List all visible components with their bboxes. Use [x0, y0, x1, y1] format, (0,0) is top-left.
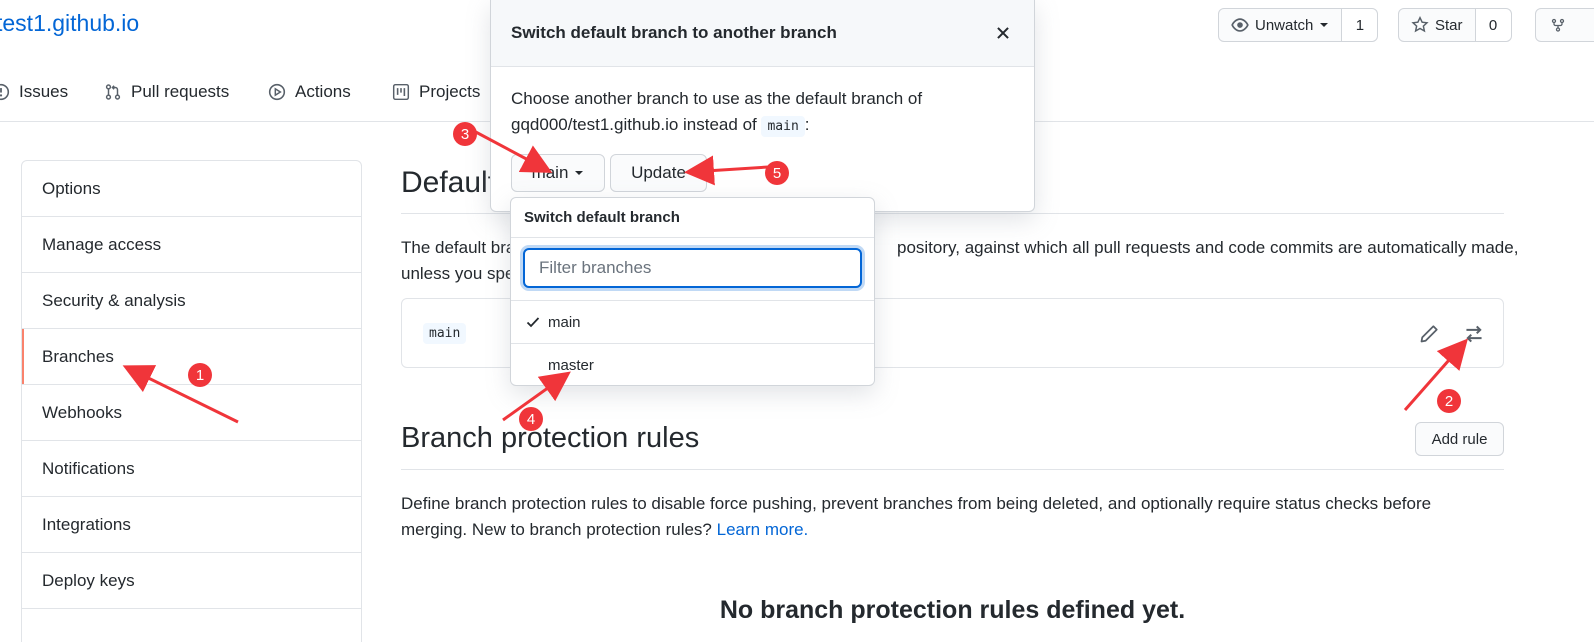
- star-label: Star: [1435, 16, 1463, 34]
- star-button-group: Star 0: [1398, 8, 1512, 42]
- tab-label: Projects: [419, 82, 481, 101]
- dialog-body: Choose another branch to use as the defa…: [511, 86, 1011, 140]
- branch-protection-desc-text: Define branch protection rules to disabl…: [401, 494, 1432, 539]
- dialog-header: Switch default branch to another branch: [491, 0, 1034, 67]
- close-icon[interactable]: [994, 24, 1012, 42]
- sidebar-item-manage-access[interactable]: Manage access: [22, 217, 361, 273]
- default-branch-name: main: [423, 323, 467, 344]
- sidebar-item-notifications[interactable]: Notifications: [22, 441, 361, 497]
- settings-sidebar: Options Manage access Security & analysi…: [21, 160, 362, 642]
- learn-more-link[interactable]: Learn more.: [717, 520, 809, 539]
- annotation-badge-5: 5: [765, 161, 789, 185]
- sidebar-item-label: Integrations: [42, 514, 131, 534]
- project-icon: [392, 83, 410, 101]
- tab-projects[interactable]: Projects: [392, 82, 480, 102]
- sidebar-item-label: Branches: [42, 346, 114, 366]
- sidebar-item-label: Security & analysis: [42, 290, 186, 310]
- fork-icon: [1551, 18, 1565, 32]
- dialog-body-code: main: [761, 116, 805, 137]
- star-button[interactable]: Star: [1399, 9, 1475, 41]
- branch-protection-desc: Define branch protection rules to disabl…: [401, 491, 1461, 543]
- unwatch-button-group: Unwatch 1: [1218, 8, 1379, 42]
- issue-icon: [0, 83, 10, 101]
- sidebar-item-integrations[interactable]: Integrations: [22, 497, 361, 553]
- eye-icon: [1231, 18, 1249, 32]
- branch-protection-title: Branch protection rules: [401, 422, 700, 454]
- add-rule-button[interactable]: Add rule: [1415, 422, 1504, 456]
- branch-select-label: main: [531, 163, 569, 182]
- default-branch-desc-line2: unless you spe: [401, 264, 511, 283]
- star-icon: [1411, 16, 1429, 33]
- watch-count[interactable]: 1: [1341, 9, 1378, 41]
- dialog-title: Switch default branch to another branch: [511, 23, 837, 42]
- arrow-switch-icon[interactable]: [1463, 323, 1485, 345]
- dialog-body-suffix: :: [804, 115, 810, 134]
- sidebar-item-webhooks[interactable]: Webhooks: [22, 385, 361, 441]
- annotation-badge-2: 2: [1437, 389, 1461, 413]
- sidebar-item-label: Manage access: [42, 234, 162, 254]
- unwatch-button[interactable]: Unwatch: [1219, 9, 1341, 41]
- update-button[interactable]: Update: [610, 154, 707, 192]
- pencil-icon[interactable]: [1419, 324, 1439, 344]
- branch-option-master[interactable]: master: [511, 344, 874, 385]
- unwatch-label: Unwatch: [1255, 16, 1314, 34]
- dialog-body-text: Choose another branch to use as the defa…: [511, 89, 923, 134]
- fork-button[interactable]: [1535, 8, 1594, 42]
- sidebar-item-options[interactable]: Options: [22, 161, 361, 217]
- branch-option-label: main: [548, 313, 581, 331]
- empty-state-title: No branch protection rules defined yet.: [719, 596, 1186, 624]
- dropdown-filter-wrap: [511, 238, 874, 301]
- sidebar-item-label: Options: [42, 178, 101, 198]
- default-branch-title: Default: [401, 166, 497, 199]
- pull-request-icon: [105, 84, 121, 100]
- sidebar-item-label: Webhooks: [42, 402, 123, 422]
- check-icon: [526, 317, 540, 328]
- switch-branch-dialog: Switch default branch to another branch …: [490, 0, 1035, 212]
- annotation-badge-4: 4: [519, 407, 543, 431]
- tab-issues[interactable]: Issues: [0, 82, 68, 102]
- branch-option-label: master: [548, 357, 594, 374]
- chevron-down-icon: [1320, 23, 1329, 27]
- chevron-down-icon: [575, 171, 584, 175]
- tab-label: Issues: [19, 82, 69, 101]
- branch-dropdown: Switch default branch main master: [510, 197, 875, 386]
- tab-label: Pull requests: [131, 82, 230, 101]
- dropdown-header: Switch default branch: [511, 198, 874, 238]
- default-branch-desc-start: The default bra: [401, 238, 511, 257]
- filter-branches-input[interactable]: [523, 248, 862, 288]
- star-count[interactable]: 0: [1474, 9, 1511, 41]
- tab-actions[interactable]: Actions: [268, 82, 351, 102]
- annotation-badge-1: 1: [188, 363, 212, 387]
- tab-pull-requests[interactable]: Pull requests: [104, 82, 229, 102]
- sidebar-item-label: Deploy keys: [42, 570, 135, 590]
- sidebar-item-label: Notifications: [42, 458, 135, 478]
- tab-label: Actions: [295, 82, 351, 101]
- play-icon: [268, 83, 286, 101]
- repo-title-link[interactable]: test1.github.io: [0, 10, 139, 37]
- sidebar-item-security-analysis[interactable]: Security & analysis: [22, 273, 361, 329]
- divider: [401, 469, 1504, 470]
- sidebar-item-deploy-keys[interactable]: Deploy keys: [22, 553, 361, 609]
- branch-select-button[interactable]: main: [511, 154, 605, 192]
- default-branch-desc-end: pository, against which all pull request…: [897, 238, 1519, 257]
- branch-option-main[interactable]: main: [511, 301, 874, 344]
- annotation-badge-3: 3: [453, 122, 477, 146]
